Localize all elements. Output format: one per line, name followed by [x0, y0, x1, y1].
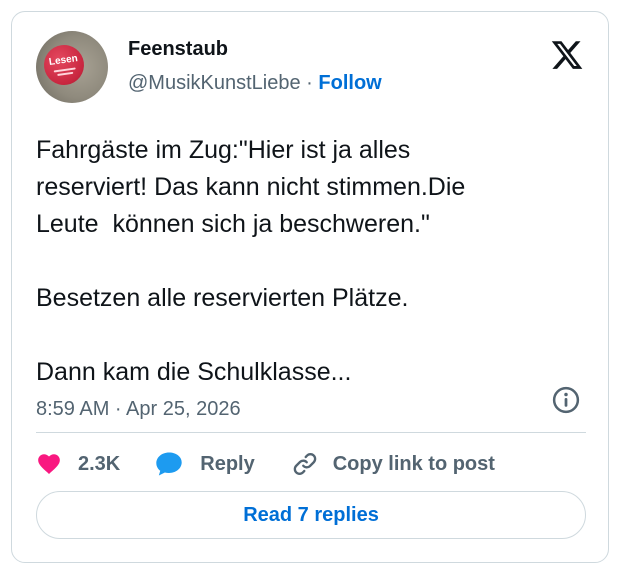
reply-button[interactable]: Reply [154, 450, 255, 478]
lesen-badge-image: Lesen [41, 42, 87, 88]
tweet-timestamp[interactable]: 8:59 AM · Apr 25, 2026 [36, 398, 241, 421]
tweet-text: Fahrgäste im Zug:"Hier ist ja alles rese… [36, 136, 466, 386]
author-display-name[interactable]: Feenstaub [128, 38, 228, 61]
author-handle-row: @MusikKunstLiebe · Follow [128, 72, 382, 95]
copy-link-label: Copy link to post [332, 452, 495, 475]
info-icon[interactable] [551, 385, 581, 415]
tweet-card: Lesen Feenstaub @MusikKunstLiebe · Follo… [11, 11, 609, 563]
badge-text: Lesen [48, 52, 79, 68]
speech-bubble-icon [156, 452, 182, 476]
avatar[interactable]: Lesen [36, 31, 108, 103]
like-count: 2.3K [78, 452, 121, 475]
author-handle[interactable]: @MusikKunstLiebe [128, 72, 301, 94]
reply-label: Reply [200, 452, 255, 475]
action-bar: 2.3K Reply Copy link to post [36, 446, 495, 482]
copy-link-button[interactable]: Copy link to post [291, 450, 495, 478]
link-icon [293, 453, 316, 475]
read-replies-button[interactable]: Read 7 replies [36, 491, 586, 539]
follow-button[interactable]: Follow [318, 72, 381, 94]
heart-icon [38, 454, 60, 474]
x-logo-icon[interactable] [550, 38, 584, 72]
divider [36, 432, 586, 433]
like-button[interactable]: 2.3K [36, 451, 120, 477]
separator-dot: · [306, 72, 313, 94]
